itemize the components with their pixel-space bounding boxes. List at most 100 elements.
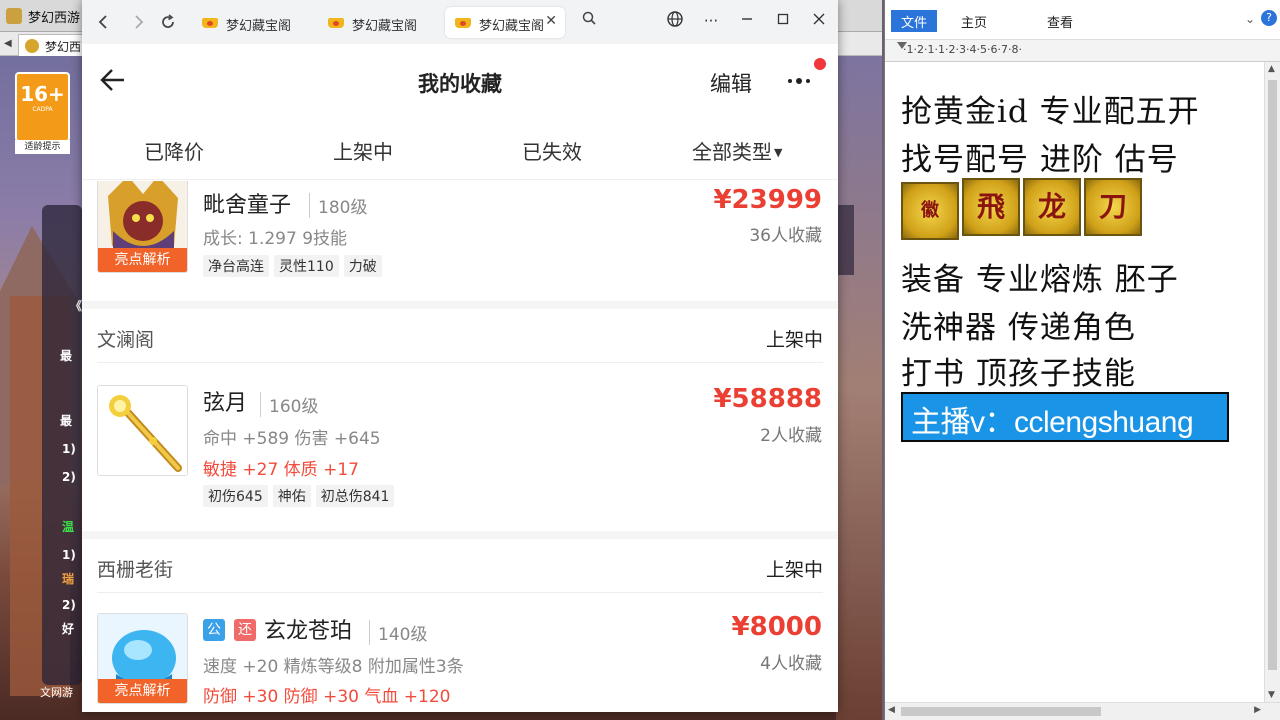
- ruler-marks: ·1·2·1·1·2·3·4·5·6·7·8·: [903, 43, 1022, 56]
- item-price: ¥23999: [713, 185, 822, 215]
- tab-close-icon[interactable]: ✕: [545, 13, 557, 29]
- age-rating-badge: 16+ CADPA 适龄提示: [15, 72, 70, 154]
- item-attr-line-highlight: 敏捷 +27 体质 +17: [203, 460, 359, 480]
- document-page[interactable]: 抢黄金id 专业配五开 找号配号 进阶 估号 徽飛龙刀 装备 专业熔炼 胚子 洗…: [885, 62, 1265, 702]
- item-favorite-count: 4人收藏: [760, 654, 822, 674]
- shop-name: 文澜阁: [97, 329, 155, 351]
- browser-tab-2[interactable]: 梦幻藏宝阁: [318, 7, 438, 38]
- vertical-scrollbar[interactable]: ▲ ▼: [1264, 62, 1280, 702]
- item-attr-line-highlight: 防御 +30 防御 +30 气血 +120: [203, 687, 451, 707]
- more-dot: [806, 79, 810, 83]
- seal-image: 刀: [1084, 178, 1142, 236]
- shop-row: 文澜阁 上架中: [97, 309, 823, 363]
- list-item[interactable]: 文澜阁 上架中 弦月 160级 命中 +589 伤害 +645 敏捷 +27 体…: [82, 309, 838, 531]
- item-attr-line: 成长: 1.297 9技能: [203, 229, 348, 249]
- filter-expired[interactable]: 已失效: [522, 136, 582, 165]
- tab-scroll-left-icon[interactable]: ◀: [4, 38, 14, 50]
- ribbon-tab-view[interactable]: 查看: [1037, 10, 1083, 32]
- item-tags: 净台高连 灵性110 力破: [203, 255, 387, 277]
- browser-tab-3-active[interactable]: 梦幻藏宝阁 ✕: [445, 7, 565, 38]
- horizontal-scrollbar[interactable]: ◀ ▶: [885, 702, 1280, 720]
- filter-bar: 已降价 上架中 已失效 全部类型 ▼: [82, 116, 838, 180]
- filter-all-types[interactable]: 全部类型 ▼: [692, 136, 782, 165]
- item-name: 弦月: [203, 391, 248, 416]
- browser-tabbar: 梦幻藏宝阁 梦幻藏宝阁 梦幻藏宝阁 ✕ ···: [82, 0, 838, 44]
- favorites-list: 亮点解析 毗舍童子 180级 成长: 1.297 9技能 净台高连 灵性110 力破…: [82, 181, 838, 712]
- scroll-right-icon[interactable]: ▶: [1254, 705, 1261, 715]
- item-thumbnail[interactable]: 亮点解析: [97, 613, 188, 704]
- ellipsis-icon[interactable]: ···: [700, 10, 722, 32]
- seal-emblem-image: 徽: [901, 182, 959, 240]
- item-level: 140级: [369, 620, 427, 645]
- item-thumbnail[interactable]: [97, 385, 188, 476]
- item-tag: 净台高连: [203, 255, 269, 277]
- game-side-panel: 《 最 最 1) 2) 温 1) 瑞 2) 好: [42, 205, 82, 685]
- browser-tab-label: 梦幻藏宝阁: [226, 19, 292, 34]
- ribbon-tab-file[interactable]: 文件: [891, 10, 938, 32]
- filter-on-sale[interactable]: 上架中: [333, 136, 393, 165]
- doc-line: 打书 顶孩子技能: [901, 356, 1136, 392]
- doc-line: 装备 专业熔炼 胚子: [901, 262, 1179, 298]
- scroll-down-icon[interactable]: ▼: [1268, 690, 1275, 700]
- more-menu-button[interactable]: [788, 58, 826, 88]
- word-window: 文件 主页 查看 ⌄ ? ·1·2·1·1·2·3·4·5·6·7·8· 抢黄金…: [884, 0, 1280, 720]
- item-price: ¥8000: [731, 612, 822, 642]
- bargain-badge: 还: [234, 619, 256, 641]
- filter-all-types-label: 全部类型: [692, 140, 772, 164]
- globe-icon[interactable]: [664, 10, 686, 32]
- item-tag: 灵性110: [274, 255, 339, 277]
- maximize-icon[interactable]: [772, 10, 794, 32]
- item-tag: 力破: [343, 255, 382, 277]
- game-tab[interactable]: 梦幻西: [18, 34, 88, 56]
- browser-tab-1[interactable]: 梦幻藏宝阁: [192, 7, 312, 38]
- filter-price-dropped[interactable]: 已降价: [144, 136, 204, 165]
- panel-text: 瑞: [62, 572, 75, 586]
- minimize-icon[interactable]: [736, 10, 758, 32]
- ribbon-tab-home[interactable]: 主页: [951, 10, 997, 32]
- item-favorite-count: 2人收藏: [760, 426, 822, 446]
- help-icon[interactable]: ?: [1261, 10, 1277, 26]
- item-level: 180级: [309, 193, 367, 218]
- scenery-right: [836, 56, 882, 720]
- more-dot: [788, 79, 792, 83]
- item-name: 毗舍童子: [203, 193, 292, 218]
- browser-window: 梦幻藏宝阁 梦幻藏宝阁 梦幻藏宝阁 ✕ ··· 我的收藏 编辑 已降价 上架中 …: [82, 0, 838, 712]
- panel-text: 最: [60, 349, 73, 363]
- panel-text: 最: [60, 414, 73, 428]
- scenery-right-shade: [836, 205, 854, 275]
- scroll-left-icon[interactable]: ◀: [888, 705, 895, 715]
- seal-image: 龙: [1023, 178, 1081, 236]
- public-badge: 公: [203, 619, 225, 641]
- panel-text: 温: [62, 520, 75, 534]
- scrollbar-thumb[interactable]: [1268, 80, 1277, 670]
- listing-status: 上架中: [765, 329, 823, 351]
- item-tag: 神佑: [272, 485, 311, 507]
- seal-image: 飛: [962, 178, 1020, 236]
- game-tab-icon: [25, 39, 39, 53]
- item-thumbnail[interactable]: 亮点解析: [97, 181, 188, 273]
- list-item[interactable]: 亮点解析 毗舍童子 180级 成长: 1.297 9技能 净台高连 灵性110 力破…: [82, 181, 838, 301]
- search-icon[interactable]: [578, 10, 600, 32]
- scroll-up-icon[interactable]: ▲: [1268, 64, 1275, 74]
- caret-down-icon: ▼: [774, 146, 783, 159]
- close-icon[interactable]: [808, 10, 830, 32]
- chevron-left-icon[interactable]: [94, 12, 114, 32]
- item-tag: 初伤645: [203, 485, 268, 507]
- app-header: 我的收藏 编辑: [82, 44, 838, 116]
- panel-text: 2): [62, 470, 76, 484]
- doc-line: 抢黄金id 专业配五开: [901, 94, 1200, 130]
- panel-text: 2): [62, 598, 76, 612]
- game-logo-icon: [6, 8, 22, 24]
- age-rating-tip: 适龄提示: [15, 140, 70, 154]
- seal-images: 徽飛龙刀: [901, 178, 1145, 240]
- ribbon-collapse-icon[interactable]: ⌄: [1245, 12, 1255, 26]
- notification-dot: [814, 58, 826, 70]
- item-tags: 初伤645 神佑 初总伤841: [203, 485, 399, 507]
- edit-button[interactable]: 编辑: [710, 68, 752, 98]
- scrollbar-thumb[interactable]: [901, 707, 1101, 716]
- more-dot: [796, 78, 802, 84]
- reload-icon[interactable]: [158, 12, 178, 32]
- shop-name: 西栅老街: [97, 559, 174, 581]
- chevron-right-icon[interactable]: [128, 12, 148, 32]
- list-item[interactable]: 西栅老街 上架中 亮点解析 公 还 玄龙苍珀 140级 速度 +20 精炼等级8…: [82, 539, 838, 712]
